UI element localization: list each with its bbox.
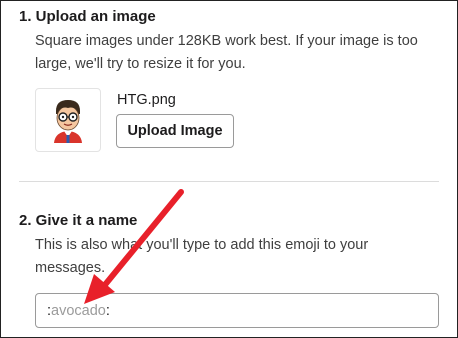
- upload-image-button[interactable]: Upload Image: [116, 114, 234, 148]
- name-section-title: 2. Give it a name: [19, 212, 138, 229]
- name-suffix-colon: :: [105, 302, 110, 319]
- upload-section-description: Square images under 128KB work best. If …: [35, 30, 418, 76]
- name-description-line-1: This is also what you'll type to add thi…: [35, 237, 369, 253]
- upload-section-title: 1. Upload an image: [19, 8, 156, 25]
- name-placeholder: avocado: [51, 302, 106, 319]
- upload-description-line-2: large, we'll try to resize it for you.: [35, 56, 246, 72]
- upload-description-line-1: Square images under 128KB work best. If …: [35, 33, 418, 49]
- uploaded-filename: HTG.png: [117, 92, 176, 108]
- section-divider: [19, 181, 439, 182]
- emoji-name-input[interactable]: : avocado:: [35, 293, 439, 328]
- image-preview: [35, 88, 101, 152]
- name-description-line-2: messages.: [35, 260, 106, 276]
- htg-avatar-icon: [54, 100, 82, 143]
- name-section-description: This is also what you'll type to add thi…: [35, 234, 368, 280]
